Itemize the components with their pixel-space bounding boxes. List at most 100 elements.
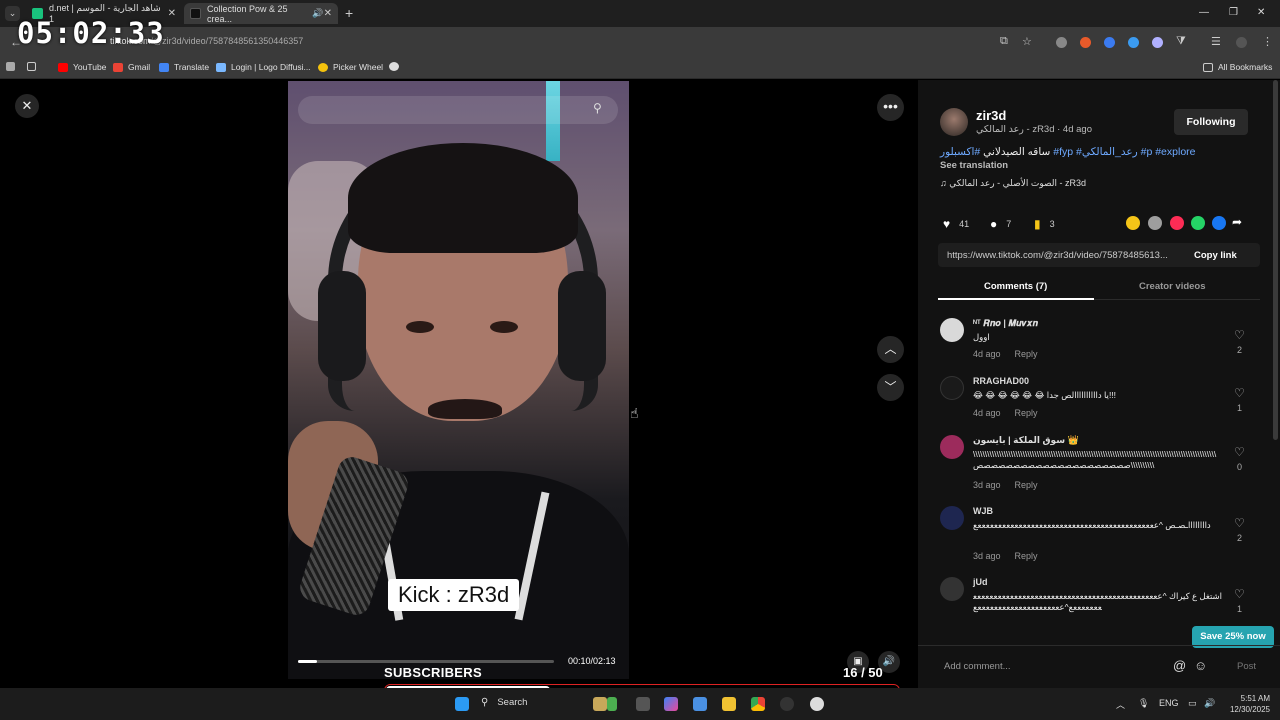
browser-tab-2[interactable]: Collection Pow & 25 crea... 🔊 ✕ [184,3,338,24]
previous-video-icon[interactable]: ︿ [877,336,904,363]
app-icon[interactable] [780,697,794,711]
commenter-avatar[interactable] [940,577,964,601]
microphone-icon[interactable]: 🎙 [1138,698,1149,709]
bookmark-gmail[interactable]: Gmail [113,62,150,72]
commenter-name[interactable]: ᴺᵀ 𝑹𝒏𝒐 | 𝑴𝒖𝒗𝒙𝒏 [973,318,1038,329]
more-options-icon[interactable]: ••• [877,94,904,121]
new-tab-icon[interactable]: + [345,5,353,21]
heart-icon[interactable]: ♡ [1234,587,1245,601]
like-button[interactable]: ♥ 41 [943,217,969,231]
facebook-icon[interactable] [1212,216,1226,230]
file-explorer-icon[interactable] [722,697,736,711]
show-hidden-icons[interactable]: ︿ [1116,698,1125,711]
commenter-name[interactable]: RRAGHAD00 [973,376,1029,386]
commenter-name[interactable]: WJB [973,506,993,516]
window-close-icon[interactable]: ✕ [1257,7,1265,18]
store-icon[interactable] [693,697,707,711]
share-more-icon[interactable]: ➦ [1232,215,1242,229]
extension-icon[interactable] [1056,37,1067,48]
profile-avatar[interactable] [1236,37,1247,48]
whatsapp-icon[interactable] [1191,216,1205,230]
globe-icon[interactable] [389,62,404,71]
tab-close-icon[interactable]: ✕ [168,8,176,19]
panel-scrollbar[interactable] [1273,80,1278,440]
extensions-puzzle-icon[interactable]: ⧩ [1176,35,1186,48]
extension-icon[interactable] [1152,37,1163,48]
hashtag-link[interactable]: #explore [1155,146,1195,158]
commenter-avatar[interactable] [940,318,964,342]
reading-list-icon[interactable]: ☰ [1211,35,1221,48]
heart-icon[interactable]: ♡ [1234,516,1245,530]
tab-close-icon[interactable]: ✕ [324,8,332,19]
network-icon[interactable]: ▭ [1188,698,1197,709]
hashtag-link[interactable]: #اكسبلور [940,146,980,158]
weather-icon[interactable] [607,697,617,711]
copy-link-button[interactable]: Copy link [1194,250,1237,261]
post-button[interactable]: Post [1237,661,1256,672]
task-view-icon[interactable] [636,697,650,711]
restore-icon[interactable]: ❐ [1229,7,1238,18]
hashtag-link[interactable]: #p [1141,146,1153,158]
extension-icon[interactable] [1104,37,1115,48]
comment-button[interactable]: ● 7 [990,217,1011,231]
commenter-avatar[interactable] [940,435,964,459]
author-username[interactable]: zir3d [976,108,1006,123]
hashtag-link[interactable]: #رعد_المالكي [1076,146,1138,158]
bookmark-youtube[interactable]: YouTube [58,62,106,72]
mention-icon[interactable]: @ [1173,658,1186,673]
add-comment-input[interactable]: Add comment... [944,661,1011,672]
video-search-input[interactable] [298,96,618,124]
search-icon[interactable]: ⚲ [593,101,602,115]
video-progress-bar[interactable] [298,660,554,663]
commenter-name[interactable]: سوق الملكة | بايسون 👑 [973,435,1079,446]
extension-icon[interactable] [1128,37,1139,48]
video-player[interactable]: Kick : zR3d [288,81,629,679]
commenter-avatar[interactable] [940,506,964,530]
video-link[interactable]: https://www.tiktok.com/@zir3d/video/7587… [947,250,1168,261]
close-icon[interactable]: ✕ [15,94,39,118]
hashtag-link[interactable]: #fyp [1053,146,1073,158]
share-friends-icon[interactable] [1148,216,1162,230]
share-repost-icon[interactable] [1170,216,1184,230]
bookmark-picker-wheel[interactable]: Picker Wheel [318,62,383,72]
bookmark-star-icon[interactable]: ☆ [1022,35,1032,48]
heart-icon[interactable]: ♡ [1234,445,1245,459]
bookmark-square-icon[interactable] [6,62,20,71]
reply-button[interactable]: Reply [1015,480,1038,490]
author-avatar[interactable] [940,108,968,136]
minimize-icon[interactable]: — [1199,7,1209,18]
reply-button[interactable]: Reply [1015,349,1038,359]
windows-start-icon[interactable] [455,697,469,711]
commenter-avatar[interactable] [940,376,964,400]
apps-grid-icon[interactable] [27,62,41,71]
bookmark-logo-diffusion[interactable]: Login | Logo Diffusi... [216,62,311,72]
reply-button[interactable]: Reply [1015,408,1038,418]
emoji-icon[interactable]: ☺ [1194,658,1207,673]
see-translation-link[interactable]: See translation [940,160,1008,171]
sound-link[interactable]: ♫ الصوت الأصلي - رعد المالكي - zR3d [940,178,1086,189]
widgets-icon[interactable] [593,697,607,711]
tab-comments[interactable]: Comments (7) [984,281,1047,292]
tab-creator-videos[interactable]: Creator videos [1139,281,1206,292]
share-embed-icon[interactable] [1126,216,1140,230]
install-app-icon[interactable]: ⧉ [1000,35,1008,48]
chrome-icon[interactable] [751,697,765,711]
heart-icon[interactable]: ♡ [1234,328,1245,342]
reply-button[interactable]: Reply [1015,551,1038,561]
heart-icon[interactable]: ♡ [1234,386,1245,400]
all-bookmarks[interactable]: All Bookmarks [1203,62,1272,72]
taskbar-search[interactable]: ⚲ Search [481,697,527,708]
next-video-icon[interactable]: ﹀ [877,374,904,401]
save-button[interactable]: ▮ 3 [1034,217,1055,231]
following-button[interactable]: Following [1174,109,1248,135]
bookmark-translate[interactable]: Translate [159,62,209,72]
extension-icon[interactable] [1080,37,1091,48]
copilot-icon[interactable] [664,697,678,711]
audio-icon[interactable]: 🔊 [312,8,323,19]
browser-menu-icon[interactable]: ⋮ [1262,35,1273,48]
volume-icon[interactable]: 🔊 [1204,698,1215,709]
system-clock[interactable]: 5:51 AM 12/30/2025 [1222,693,1270,715]
language-indicator[interactable]: ENG [1159,698,1179,708]
settings-icon[interactable] [810,697,824,711]
commenter-name[interactable]: jUd [973,577,988,587]
